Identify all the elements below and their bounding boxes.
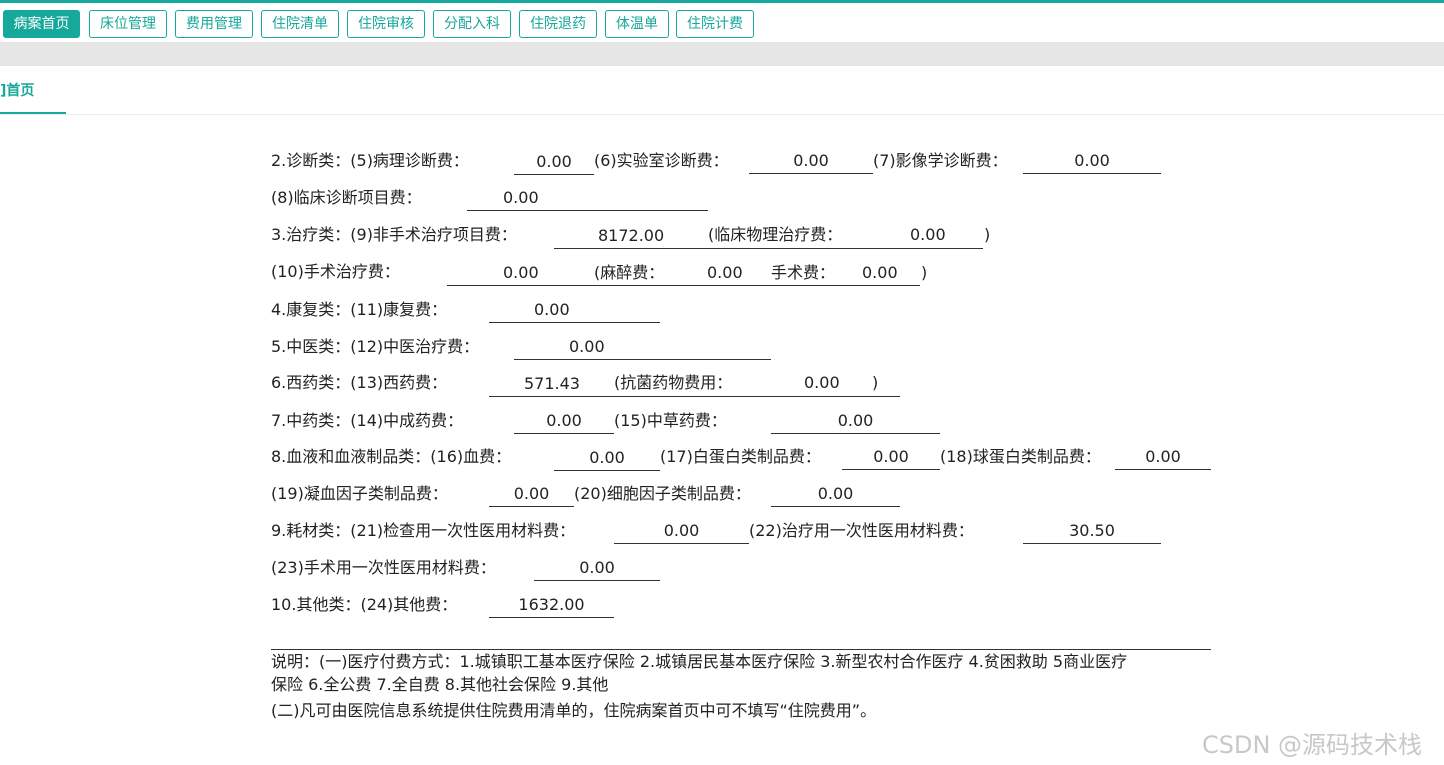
note-line-3: (二)凡可由医院信息系统提供住院费用清单的，住院病案首页中可不填写“住院费用”。: [271, 701, 877, 720]
field-clinical-diagnosis-items-fee[interactable]: 0.00: [467, 188, 708, 211]
label-chinese-patent-medicine: 7.中药类：(14)中成药费：: [271, 411, 464, 430]
field-physical-therapy-fee[interactable]: 0.00: [910, 225, 946, 245]
field-pathology-diagnosis-fee[interactable]: 0.00: [514, 152, 594, 175]
label-coagulation-factor: (19)凝血因子类制品费：: [271, 484, 448, 503]
page-tab-divider: [0, 114, 1444, 115]
field-antibiotics-fee[interactable]: 0.00: [804, 373, 840, 393]
field-blood-fee[interactable]: 0.00: [554, 448, 660, 471]
label-imaging-diagnosis: (7)影像学诊断费：: [873, 151, 1008, 170]
label-surgical-treatment: (10)手术治疗费：: [271, 262, 400, 281]
field-albumin-fee[interactable]: 0.00: [842, 447, 940, 470]
label-albumin: (17)白蛋白类制品费：: [660, 447, 821, 466]
field-coagulation-factor-fee[interactable]: 0.00: [489, 484, 574, 507]
field-imaging-diagnosis-fee[interactable]: 0.00: [1023, 151, 1161, 174]
tab-bed-management[interactable]: 床位管理: [89, 10, 167, 38]
label-globulin: (18)球蛋白类制品费：: [940, 447, 1101, 466]
tab-medical-record-home[interactable]: 病案首页: [3, 10, 80, 38]
note-line-2: 保险 6.全公费 7.全自费 8.其他社会保险 9.其他: [271, 675, 609, 694]
label-antibiotics: (抗菌药物费用：: [614, 373, 733, 393]
field-cytokine-fee[interactable]: 0.00: [771, 484, 900, 507]
label-blood: 8.血液和血液制品类：(16)血费：: [271, 447, 512, 466]
field-herbal-medicine-fee[interactable]: 0.00: [771, 411, 940, 434]
field-surgical-consumables-fee[interactable]: 0.00: [534, 558, 660, 581]
note-line-1: 说明：(一)医疗付费方式：1.城镇职工基本医疗保险 2.城镇居民基本医疗保险 3…: [271, 652, 1128, 671]
tab-inpatient-billing[interactable]: 住院计费: [676, 10, 754, 38]
field-exam-consumables-fee[interactable]: 0.00: [614, 521, 749, 544]
tab-inpatient-review[interactable]: 住院审核: [347, 10, 425, 38]
paren-close-antibiotics: ): [872, 373, 879, 392]
notes-divider: [271, 649, 1211, 650]
field-globulin-fee[interactable]: 0.00: [1115, 447, 1211, 470]
field-surgery-fee[interactable]: 0.00: [862, 263, 898, 283]
label-other-fees: 10.其他类：(24)其他费：: [271, 595, 458, 614]
label-lab-diagnosis: (6)实验室诊断费：: [594, 151, 729, 170]
label-rehabilitation: 4.康复类：(11)康复费：: [271, 300, 448, 319]
field-tcm-treatment-fee[interactable]: 0.00: [514, 337, 771, 360]
tab-temperature-chart[interactable]: 体温单: [605, 10, 669, 38]
paren-close-surgery: ): [921, 263, 928, 282]
label-non-surgical-treatment: 3.治疗类：(9)非手术治疗项目费：: [271, 225, 517, 244]
label-herbal-medicine: (15)中草药费：: [614, 411, 727, 430]
label-exam-consumables: 9.耗材类：(21)检查用一次性医用材料费：: [271, 521, 576, 540]
tab-assign-department[interactable]: 分配入科: [433, 10, 511, 38]
field-chinese-patent-medicine-fee[interactable]: 0.00: [514, 411, 614, 434]
toolbar-strip: [0, 42, 1444, 66]
field-lab-diagnosis-fee[interactable]: 0.00: [749, 151, 873, 174]
label-tcm-treatment: 5.中医类：(12)中医治疗费：: [271, 337, 480, 356]
field-rehabilitation-fee[interactable]: 0.00: [489, 300, 660, 323]
label-physical-therapy: (临床物理治疗费：: [708, 225, 843, 245]
field-other-fee[interactable]: 1632.00: [489, 595, 614, 618]
tab-drug-return[interactable]: 住院退药: [519, 10, 597, 38]
label-clinical-diagnosis-items: (8)临床诊断项目费：: [271, 188, 422, 207]
field-anesthesia-fee[interactable]: 0.00: [707, 263, 743, 283]
page-tab-home[interactable]: ]首页: [0, 80, 34, 100]
paren-close-physical-therapy: ): [984, 225, 991, 244]
label-cytokine: (20)细胞因子类制品费：: [574, 484, 751, 503]
field-surgical-treatment-fee[interactable]: 0.00: [447, 263, 920, 286]
label-surgical-consumables: (23)手术用一次性医用材料费：: [271, 558, 496, 577]
field-treatment-consumables-fee[interactable]: 30.50: [1023, 521, 1161, 544]
label-treatment-consumables: (22)治疗用一次性医用材料费：: [749, 521, 974, 540]
top-accent-line: [0, 0, 1444, 3]
label-anesthesia: (麻醉费：: [594, 263, 665, 283]
label-surgery: 手术费：: [771, 263, 836, 283]
watermark: CSDN @源码技术栈: [1202, 731, 1423, 759]
tab-inpatient-list[interactable]: 住院清单: [261, 10, 339, 38]
label-western-medicine: 6.西药类：(13)西药费：: [271, 373, 448, 392]
tab-fee-management[interactable]: 费用管理: [175, 10, 253, 38]
label-pathology-diagnosis: 2.诊断类：(5)病理诊断费：: [271, 151, 469, 170]
